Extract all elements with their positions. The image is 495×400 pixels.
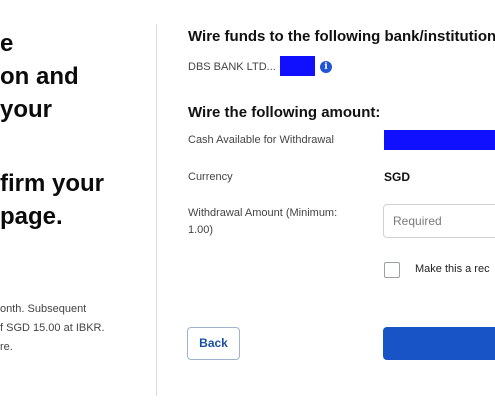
- back-button[interactable]: Back: [187, 327, 240, 360]
- left-note-line: onth. Subsequent: [0, 303, 87, 315]
- bank-name: DBS BANK LTD...: [188, 61, 276, 73]
- left-heading-line: page.: [0, 203, 63, 230]
- redacted-cash-available: [384, 130, 495, 150]
- panel-divider: [156, 24, 157, 396]
- left-note-line: f SGD 15.00 at IBKR.: [0, 322, 105, 334]
- redacted-account: [280, 56, 315, 76]
- left-heading-line: e: [0, 30, 14, 57]
- recurring-checkbox-label: Make this a rec: [415, 263, 490, 275]
- recurring-checkbox[interactable]: [384, 262, 400, 278]
- withdrawal-amount-label: Withdrawal Amount (Minimum:: [188, 207, 338, 219]
- withdrawal-amount-field[interactable]: [383, 204, 495, 238]
- currency-label: Currency: [188, 171, 233, 183]
- withdrawal-amount-label-min: 1.00): [188, 224, 214, 236]
- left-note-line: re.: [0, 341, 13, 353]
- wire-to-heading: Wire funds to the following bank/institu…: [188, 28, 495, 45]
- left-heading-line: firm your: [0, 170, 105, 197]
- withdrawal-amount-input[interactable]: [393, 214, 493, 228]
- left-heading-line: on and: [0, 63, 79, 90]
- continue-button[interactable]: [383, 327, 495, 360]
- cash-available-label: Cash Available for Withdrawal: [188, 134, 334, 146]
- info-icon[interactable]: i: [320, 61, 332, 73]
- currency-value: SGD: [384, 170, 411, 184]
- left-heading-line: your: [0, 96, 53, 123]
- amount-heading: Wire the following amount:: [188, 104, 381, 121]
